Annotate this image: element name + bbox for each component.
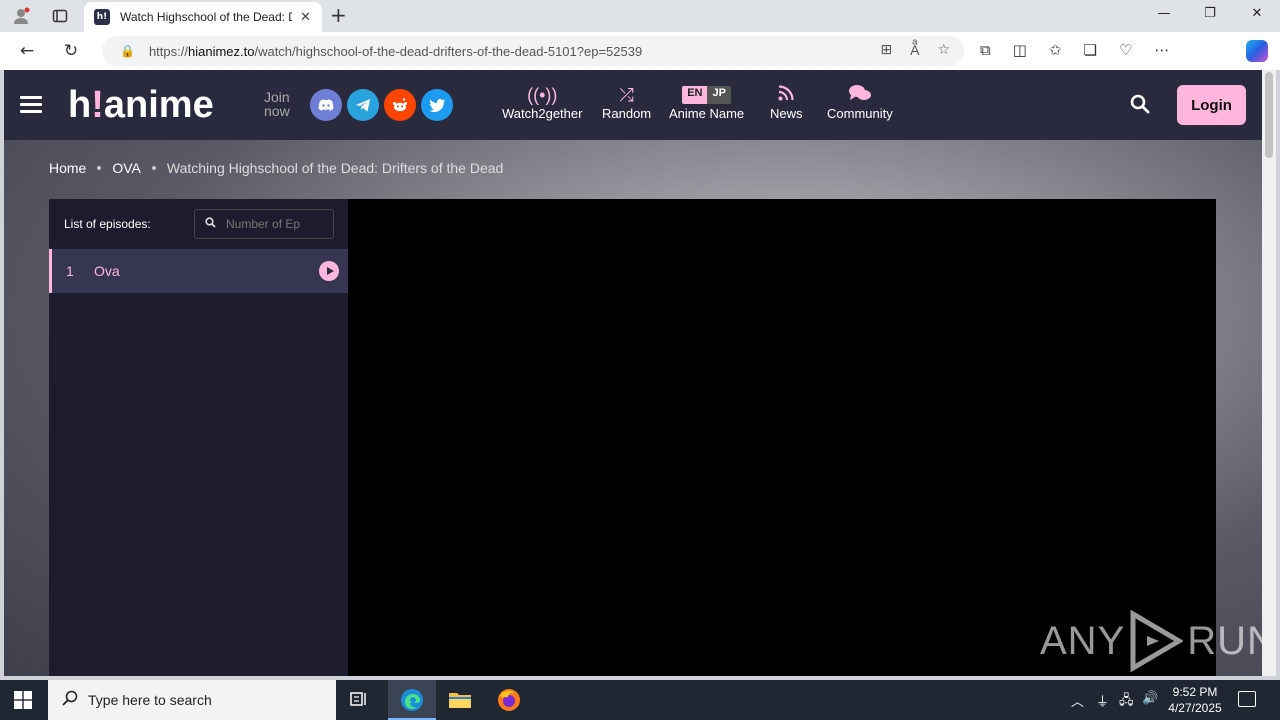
episode-search-box[interactable] — [194, 209, 334, 239]
hamburger-menu-icon[interactable] — [20, 96, 42, 114]
network-icon[interactable]: 🖧 — [1119, 691, 1134, 713]
clock-date: 4/27/2025 — [1168, 701, 1222, 715]
episode-list-label: List of episodes: — [64, 217, 151, 231]
browser-nav-bar: ← ↻ 🔒 https://hianimez.to/watch/highscho… — [0, 32, 1280, 70]
collections-icon[interactable]: ❏ — [1083, 41, 1096, 59]
breadcrumb-separator — [97, 166, 102, 170]
read-aloud-icon[interactable]: Aͣ — [910, 42, 919, 59]
close-window-icon[interactable]: ✕ — [1247, 6, 1267, 21]
search-icon — [205, 217, 216, 231]
menu-news[interactable]: News — [770, 84, 803, 121]
discord-icon[interactable] — [310, 89, 342, 121]
copilot-icon[interactable] — [1246, 40, 1268, 62]
chat-bubbles-icon — [827, 84, 893, 106]
menu-random[interactable]: ⤮ Random — [602, 84, 651, 121]
tab-title: Watch Highschool of the Dead: Drifters o… — [120, 10, 292, 24]
site-header: h!anime Join now ((•)) Watch2gether ⤮ Ran… — [4, 70, 1262, 140]
broadcast-icon: ((•)) — [527, 85, 558, 105]
browser-tab-bar: h! Watch Highschool of the Dead: Drifter… — [0, 0, 1280, 32]
scroll-thumb[interactable] — [1265, 72, 1273, 158]
notifications-icon[interactable] — [1238, 691, 1256, 707]
episode-list-panel: List of episodes: 1 Ova — [49, 199, 348, 676]
episode-title: Ova — [94, 263, 120, 279]
restore-icon[interactable]: ❐ — [1200, 6, 1220, 21]
more-options-icon[interactable]: ⋯ — [1154, 41, 1169, 59]
site-search-icon[interactable] — [1130, 94, 1150, 119]
windows-start-icon[interactable] — [14, 691, 32, 709]
join-now-text: Join now — [264, 89, 290, 119]
tab-favicon-icon: h! — [94, 9, 110, 25]
language-toggle[interactable]: EN JP — [682, 86, 731, 104]
favorite-star-icon[interactable]: ☆ — [937, 42, 950, 59]
login-button[interactable]: Login — [1177, 85, 1246, 125]
play-icon[interactable] — [319, 261, 339, 281]
search-icon — [62, 690, 78, 710]
refresh-icon[interactable]: ↻ — [60, 41, 82, 61]
taskbar-search-box[interactable]: Type here to search — [48, 680, 336, 720]
site-logo[interactable]: h!anime — [68, 84, 214, 127]
episode-search-input[interactable] — [226, 217, 316, 231]
app-available-icon[interactable]: ⊞ — [880, 42, 892, 59]
system-clock[interactable]: 9:52 PM 4/27/2025 — [1162, 684, 1228, 716]
rss-icon — [770, 84, 803, 106]
breadcrumb-home[interactable]: Home — [49, 160, 86, 176]
reddit-icon[interactable] — [384, 89, 416, 121]
breadcrumb-current: Watching Highschool of the Dead: Drifter… — [166, 160, 504, 176]
anyrun-watermark: ANY RUN — [1040, 610, 1262, 672]
tab-actions-icon[interactable] — [49, 6, 71, 26]
favorites-icon[interactable]: ✩ — [1049, 41, 1062, 59]
menu-anime-name-toggle[interactable]: EN JP Anime Name — [669, 84, 744, 121]
twitter-icon[interactable] — [421, 89, 453, 121]
address-bar[interactable]: 🔒 https://hianimez.to/watch/highschool-o… — [102, 36, 964, 66]
menu-watch2gether[interactable]: ((•)) Watch2gether — [502, 84, 582, 121]
taskbar-search-placeholder: Type here to search — [88, 692, 212, 708]
active-tab[interactable]: h! Watch Highschool of the Dead: Drifter… — [84, 2, 322, 32]
play-triangle-icon — [1130, 610, 1184, 672]
episode-list-header: List of episodes: — [49, 199, 348, 249]
video-player[interactable] — [348, 199, 1216, 676]
breadcrumb-separator — [151, 166, 156, 170]
new-tab-icon[interactable]: + — [330, 5, 347, 25]
menu-community[interactable]: Community — [827, 84, 893, 121]
browser-essentials-icon[interactable]: ♡ — [1119, 41, 1132, 59]
split-screen-icon[interactable]: ◫ — [1013, 41, 1027, 59]
page-scrollbar[interactable] — [1262, 70, 1276, 676]
edge-browser-icon[interactable] — [400, 688, 424, 712]
back-icon[interactable]: ← — [16, 41, 38, 61]
telegram-icon[interactable] — [347, 89, 379, 121]
firefox-icon[interactable] — [497, 688, 521, 712]
episode-item[interactable]: 1 Ova — [49, 249, 348, 293]
windows-taskbar: Type here to search ︿ ⏚ 🖧 🔊 9:52 PM 4/27… — [0, 680, 1280, 720]
minimize-icon[interactable]: — — [1154, 6, 1174, 21]
breadcrumb-category[interactable]: OVA — [112, 160, 141, 176]
profile-icon[interactable] — [10, 6, 32, 26]
page-viewport: h!anime Join now ((•)) Watch2gether ⤮ Ran… — [4, 70, 1262, 676]
clock-time: 9:52 PM — [1172, 685, 1218, 699]
file-explorer-icon[interactable] — [448, 688, 472, 712]
tab-close-icon[interactable]: ✕ — [300, 10, 311, 25]
episode-number: 1 — [66, 263, 74, 279]
lock-icon: 🔒 — [120, 44, 135, 58]
breadcrumb: Home OVA Watching Highschool of the Dead… — [49, 160, 503, 176]
url-text: https://hianimez.to/watch/highschool-of-… — [148, 43, 643, 59]
shuffle-icon: ⤮ — [619, 85, 634, 105]
usb-device-icon[interactable]: ⏚ — [1096, 691, 1109, 710]
extensions-icon[interactable]: ⧉ — [980, 41, 991, 59]
tray-chevron-icon[interactable]: ︿ — [1071, 691, 1084, 710]
volume-icon[interactable]: 🔊 — [1142, 691, 1158, 706]
task-view-icon[interactable] — [348, 688, 372, 712]
